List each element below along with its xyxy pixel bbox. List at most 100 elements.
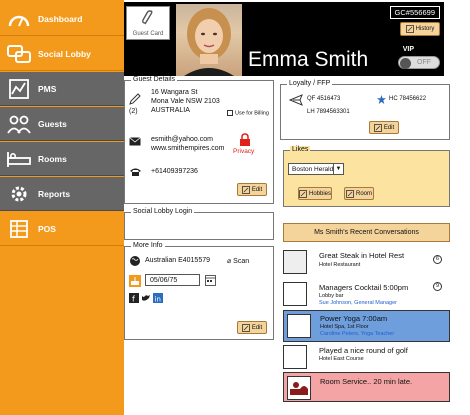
vip-label: VIP — [402, 46, 414, 53]
reply-count-badge: 6 — [433, 255, 442, 264]
vip-toggle[interactable]: OFF — [398, 56, 440, 69]
edit-label: Edit — [251, 186, 263, 193]
privacy-label: Privacy — [233, 148, 255, 155]
sidebar-item-guests[interactable]: Guests — [0, 107, 124, 141]
pos-grid-icon — [6, 216, 32, 242]
conversation-thumbnail — [283, 345, 307, 369]
loyalty-panel: Loyalty / FFP QF 4516473 HC 78456622 LH … — [280, 80, 450, 140]
reply-count-badge: 9 — [433, 282, 442, 291]
more-info-panel: More Info Australian E4015579 ⌀ Scan 05/… — [124, 242, 274, 340]
sidebar-item-social-lobby[interactable]: Social Lobby — [0, 37, 124, 71]
sidebar-item-pms[interactable]: PMS — [0, 72, 124, 106]
guest-details-panel: Guest Details (2) 16 Wangara St Mona Val… — [124, 76, 274, 204]
guest-name: Emma Smith — [248, 48, 369, 71]
history-button[interactable]: History — [400, 22, 440, 36]
sidebar-item-rooms[interactable]: Rooms — [0, 142, 124, 176]
dashboard-gauge-icon — [6, 6, 32, 32]
facebook-icon[interactable]: f — [129, 293, 139, 303]
likes-selected-value: Boston Herald — [292, 166, 334, 173]
chat-bubbles-icon — [6, 41, 32, 67]
edit-note-icon — [405, 25, 414, 33]
paperclip-icon — [142, 10, 153, 25]
pencil-icon[interactable] — [129, 93, 141, 105]
conversation-location: Lobby bar — [319, 293, 344, 299]
twitter-icon[interactable] — [141, 293, 151, 303]
sidebar-item-label: Dashboard — [38, 13, 83, 24]
conversation-thumbnail — [283, 282, 307, 306]
panel-title: More Info — [131, 242, 165, 249]
guest-card-label: Guest Card — [132, 31, 164, 37]
social-lobby-login-panel: Social Lobby Login — [124, 208, 274, 240]
conversation-item[interactable]: Played a nice round of golf Hotel East C… — [283, 343, 450, 371]
conversation-title: Room Service.. 20 min late. — [320, 377, 413, 386]
nationality-passport: Australian E4015579 — [145, 257, 210, 264]
room-button[interactable]: Room — [344, 187, 374, 200]
panel-title: Loyalty / FFP — [287, 80, 333, 87]
conversation-thumbnail — [287, 314, 311, 338]
conversation-location: Hotel East Course — [319, 356, 364, 362]
chevron-down-icon: ▼ — [333, 164, 343, 174]
room-label: Room — [355, 190, 372, 197]
lock-icon[interactable] — [239, 133, 251, 147]
birthday-cake-icon — [129, 275, 141, 287]
calendar-icon[interactable] — [205, 275, 216, 286]
conversation-item[interactable]: Managers Cocktail 5:00pm Lobby bar Sue J… — [283, 279, 450, 309]
address-line3: AUSTRALIA — [151, 107, 190, 114]
edit-note-icon — [241, 185, 250, 194]
hc-number: HC 78456622 — [389, 96, 427, 102]
svg-text:in: in — [155, 296, 161, 304]
sidebar-item-pos[interactable]: POS — [0, 212, 124, 246]
toggle-knob — [400, 58, 411, 69]
conversation-author: Caroline Peters, Yoga Teacher — [320, 331, 395, 337]
sidebar-item-label: PMS — [38, 83, 57, 94]
panel-title: Guest Details — [131, 76, 178, 83]
edit-note-icon — [373, 123, 382, 132]
phone-number: +61409397236 — [151, 168, 198, 175]
vip-state: OFF — [417, 59, 431, 66]
conversation-item-alert[interactable]: Room Service.. 20 min late. — [283, 372, 450, 402]
bed-icon — [6, 146, 32, 172]
guest-id: GC#556699 — [389, 6, 440, 19]
likes-select[interactable]: Boston Herald ▼ — [288, 163, 344, 175]
guest-card-button[interactable]: Guest Card — [126, 6, 170, 40]
conversation-item[interactable]: Great Steak in Hotel Rest Hotel Restaura… — [283, 247, 450, 277]
scan-label: Scan — [233, 258, 250, 265]
guest-details-edit-button[interactable]: Edit — [237, 183, 267, 196]
pms-chart-icon — [6, 76, 32, 102]
sidebar-item-label: POS — [38, 223, 56, 234]
conversations-header: Ms Smith's Recent Conversations — [283, 223, 450, 242]
use-for-billing-checkbox[interactable]: Use for Billing — [227, 110, 269, 116]
sidebar-item-label: Reports — [38, 188, 71, 199]
lh-number: LH 7894563301 — [307, 109, 350, 115]
conversation-title: Great Steak in Hotel Rest — [319, 251, 405, 260]
conversation-location: Hotel Restaurant — [319, 262, 361, 268]
gear-icon — [6, 181, 32, 207]
email-secondary[interactable]: www.smithempires.com — [151, 145, 225, 152]
more-info-edit-button[interactable]: Edit — [237, 321, 267, 334]
address-count: (2) — [129, 108, 138, 115]
panel-title: Social Lobby Login — [131, 208, 195, 215]
edit-note-icon — [346, 189, 354, 198]
date-of-birth-input[interactable]: 05/06/75 — [145, 274, 200, 286]
linkedin-icon[interactable]: in — [153, 293, 163, 303]
use-for-billing-label: Use for Billing — [235, 110, 269, 117]
likes-panel: Likes Boston Herald ▼ Hobbies Room — [283, 146, 450, 207]
conversation-title: Played a nice round of golf — [319, 346, 408, 355]
airplane-icon — [289, 94, 303, 106]
hobbies-button[interactable]: Hobbies — [298, 187, 332, 200]
qf-number: QF 4516473 — [307, 96, 341, 102]
sidebar-item-reports[interactable]: Reports — [0, 177, 124, 211]
guest-header: Guest Card Emma Smith GC#556699 History … — [124, 2, 444, 76]
sidebar-item-label: Guests — [38, 118, 67, 129]
email-primary[interactable]: esmith@yahoo.com — [151, 136, 213, 143]
conversation-author: Sue Johnson, General Manager — [319, 300, 397, 306]
scan-button[interactable]: ⌀ Scan — [227, 257, 249, 265]
globe-icon — [130, 256, 140, 266]
guest-photo — [176, 4, 242, 76]
sidebar-item-label: Rooms — [38, 153, 67, 164]
phone-icon — [130, 168, 141, 176]
sidebar-item-dashboard[interactable]: Dashboard — [0, 2, 124, 36]
conversation-item-highlighted[interactable]: Power Yoga 7:00am Hotel Spa, 1st Floor C… — [283, 310, 450, 342]
loyalty-edit-button[interactable]: Edit — [369, 121, 399, 134]
guests-people-icon — [6, 111, 32, 137]
